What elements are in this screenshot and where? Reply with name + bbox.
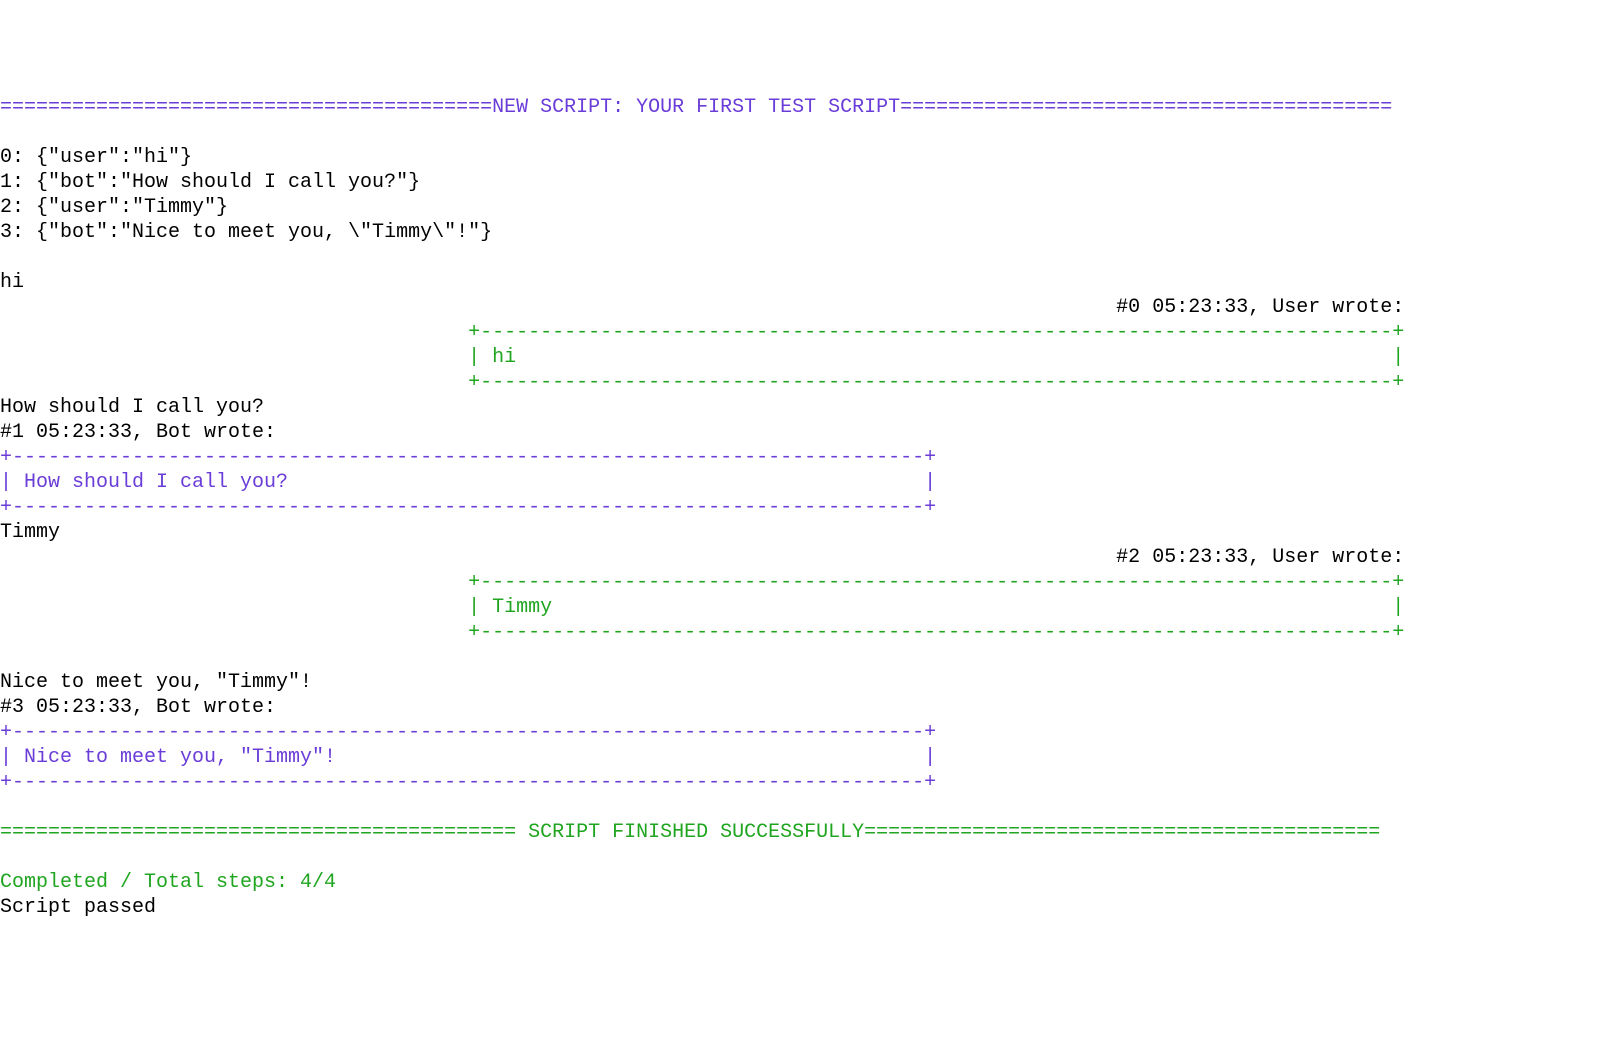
- header-eq-left: ========================================…: [0, 96, 492, 119]
- footer-eq-right: ========================================…: [864, 821, 1380, 844]
- echo-3: Nice to meet you, "Timmy"!: [0, 671, 312, 694]
- footer-eq-left: ========================================…: [0, 821, 516, 844]
- script-line-1: 1: {"bot":"How should I call you?"}: [0, 171, 420, 194]
- box-top-3: +---------------------------------------…: [0, 721, 936, 744]
- stamp-0: #0 05:23:33, User wrote:: [0, 296, 1404, 319]
- box-top-2: +---------------------------------------…: [0, 571, 1404, 594]
- echo-0: hi: [0, 271, 24, 294]
- box-bottom-0: +---------------------------------------…: [0, 371, 1404, 394]
- box-top-0: +---------------------------------------…: [0, 321, 1404, 344]
- stamp-3: #3 05:23:33, Bot wrote:: [0, 696, 276, 719]
- stamp-2: #2 05:23:33, User wrote:: [0, 546, 1404, 569]
- echo-2: Timmy: [0, 521, 60, 544]
- script-line-0: 0: {"user":"hi"}: [0, 146, 192, 169]
- completed-line: Completed / Total steps: 4/4: [0, 871, 336, 894]
- box-mid-2: | Timmy |: [0, 596, 1404, 619]
- script-line-2: 2: {"user":"Timmy"}: [0, 196, 228, 219]
- footer-title: SCRIPT FINISHED SUCCESSFULLY: [516, 821, 864, 844]
- box-mid-1: | How should I call you? |: [0, 471, 936, 494]
- script-line-3: 3: {"bot":"Nice to meet you, \"Timmy\"!"…: [0, 221, 492, 244]
- box-mid-3: | Nice to meet you, "Timmy"! |: [0, 746, 936, 769]
- header-title: NEW SCRIPT: YOUR FIRST TEST SCRIPT: [492, 96, 900, 119]
- box-bottom-1: +---------------------------------------…: [0, 496, 936, 519]
- terminal-output: ========================================…: [0, 95, 1616, 920]
- box-bottom-3: +---------------------------------------…: [0, 771, 936, 794]
- stamp-1: #1 05:23:33, Bot wrote:: [0, 421, 276, 444]
- box-top-1: +---------------------------------------…: [0, 446, 936, 469]
- passed-line: Script passed: [0, 896, 156, 919]
- box-mid-0: | hi |: [0, 346, 1404, 369]
- header-eq-right: ========================================…: [900, 96, 1392, 119]
- echo-1: How should I call you?: [0, 396, 264, 419]
- box-bottom-2: +---------------------------------------…: [0, 621, 1404, 644]
